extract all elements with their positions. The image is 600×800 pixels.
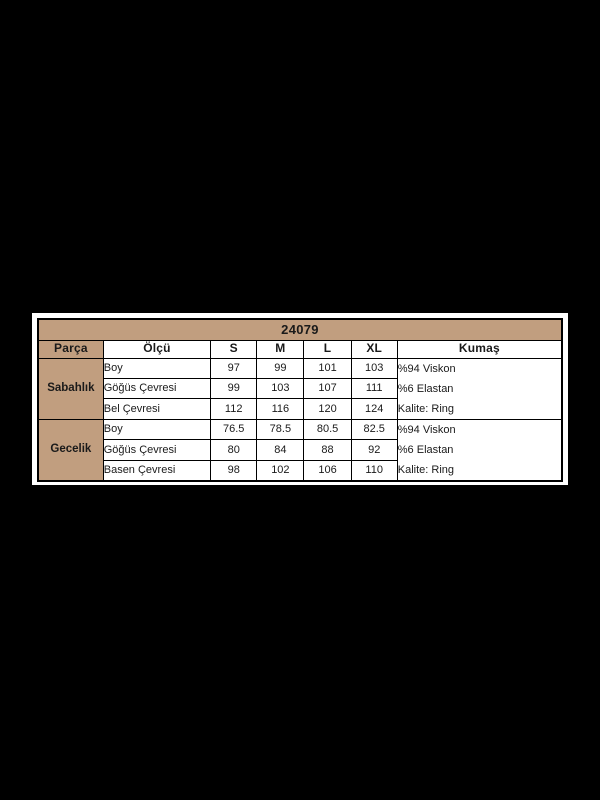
- value-m: 103: [256, 377, 305, 400]
- table-row: Gecelik Boy 76.5 78.5 80.5 82.5 %94 Visk…: [37, 418, 563, 481]
- group-label-gecelik: Gecelik: [37, 418, 104, 481]
- value-s: 97: [210, 357, 258, 379]
- column-header-size-xl: XL: [350, 339, 398, 359]
- fabric-line: %94 Viskon: [397, 362, 456, 375]
- fabric-line: Kalite: Ring: [397, 402, 455, 415]
- value-xl: 111: [350, 377, 398, 400]
- fabric-line: %6 Elastan: [397, 382, 454, 395]
- measure-label: Basen Çevresi: [102, 459, 212, 481]
- value-l: 120: [303, 398, 352, 420]
- size-chart-header-row: Parça Ölçü S M L XL Kumaş: [37, 339, 563, 359]
- fabric-line: %94 Viskon: [397, 423, 456, 436]
- column-header-size-s: S: [210, 339, 258, 359]
- value-m: 84: [256, 439, 305, 461]
- value-m: 102: [256, 459, 305, 481]
- column-header-size-l: L: [303, 339, 352, 359]
- value-m: 78.5: [256, 418, 305, 440]
- measure-label: Bel Çevresi: [102, 398, 212, 420]
- size-chart-title: 24079: [37, 318, 563, 341]
- measure-label: Göğüs Çevresi: [102, 439, 212, 461]
- measure-label: Boy: [102, 357, 212, 379]
- value-s: 99: [210, 377, 258, 400]
- measure-label: Göğüs Çevresi: [102, 377, 212, 400]
- size-chart-frame: 24079 Parça Ölçü S M L XL Kumaş Sabahlık…: [32, 313, 568, 485]
- value-xl: 103: [350, 357, 398, 379]
- table-row: Sabahlık Boy 97 99 101 103 %94 Viskon %6…: [37, 357, 563, 420]
- fabric-line: Kalite: Ring: [397, 463, 455, 476]
- size-chart-title-row: 24079: [37, 318, 563, 341]
- value-xl: 92: [350, 439, 398, 461]
- value-s: 76.5: [210, 418, 258, 440]
- value-s: 112: [210, 398, 258, 420]
- value-m: 99: [256, 357, 305, 379]
- column-header-size-m: M: [256, 339, 305, 359]
- column-header-measure: Ölçü: [102, 339, 212, 359]
- fabric-info-gecelik: %94 Viskon %6 Elastan Kalite: Ring: [396, 418, 563, 481]
- value-l: 107: [303, 377, 352, 400]
- value-l: 101: [303, 357, 352, 379]
- value-xl: 82.5: [350, 418, 398, 440]
- size-chart-table: 24079 Parça Ölçü S M L XL Kumaş Sabahlık…: [37, 318, 563, 482]
- group-label-sabahlik: Sabahlık: [37, 357, 104, 420]
- value-xl: 124: [350, 398, 398, 420]
- measure-label: Boy: [102, 418, 212, 440]
- value-xl: 110: [350, 459, 398, 481]
- value-s: 80: [210, 439, 258, 461]
- value-s: 98: [210, 459, 258, 481]
- value-l: 80.5: [303, 418, 352, 440]
- fabric-info-sabahlik: %94 Viskon %6 Elastan Kalite: Ring: [396, 357, 563, 420]
- value-m: 116: [256, 398, 305, 420]
- fabric-line: %6 Elastan: [397, 443, 454, 456]
- column-header-fabric: Kumaş: [396, 339, 563, 359]
- value-l: 106: [303, 459, 352, 481]
- value-l: 88: [303, 439, 352, 461]
- column-header-part: Parça: [37, 339, 104, 359]
